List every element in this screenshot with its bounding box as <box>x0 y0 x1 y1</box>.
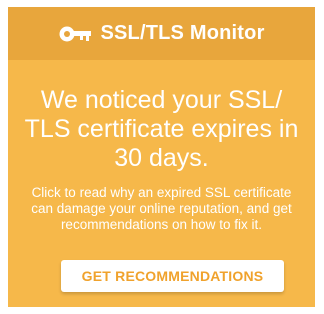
get-recommendations-button[interactable]: GET RECOMMENDATIONS <box>61 260 284 292</box>
key-icon <box>58 25 92 43</box>
card-header: SSL/TLS Monitor <box>8 7 315 60</box>
expiry-headline: We noticed your SSL/ TLS certificate exp… <box>24 86 299 172</box>
description-text: Click to read why an expired SSL certifi… <box>31 185 292 232</box>
ssl-monitor-card[interactable]: SSL/TLS Monitor We noticed your SSL/ TLS… <box>8 7 315 307</box>
app-title: SSL/TLS Monitor <box>100 22 265 44</box>
